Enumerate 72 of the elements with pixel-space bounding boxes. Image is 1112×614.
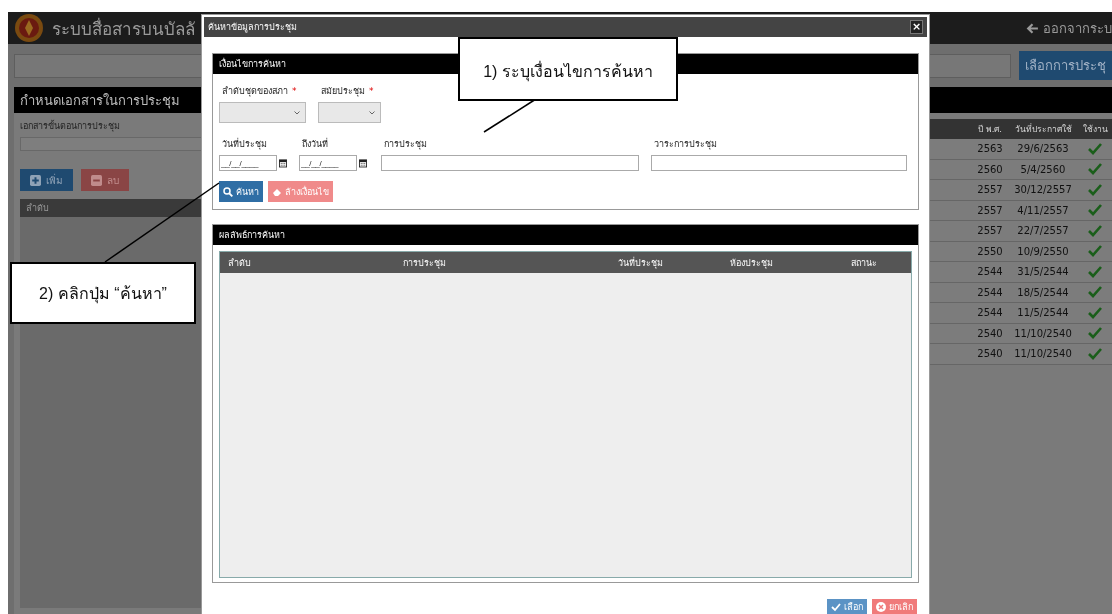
table-cell-text: 22/7/2557 [1016,225,1070,237]
field-label: ลำดับชุดของสภา * [221,85,298,98]
caret-icon [294,110,300,115]
text-field[interactable] [381,155,639,171]
table-cell-text: 2560 [976,163,1004,175]
table-cell-text: 2544 [976,286,1004,298]
table-cell-text: 29/6/2563 [1016,143,1070,155]
table-cell-text: 2544 [976,266,1004,278]
section-title: ผลลัพธ์การค้นหา [219,229,285,242]
arrow-left-icon [1026,21,1039,35]
table-cell-text: 2557 [976,204,1004,216]
table-cell-text: 5/4/2560 [1019,163,1067,175]
callout-box: 2) คลิกปุ่ม “ค้นหา” [10,262,196,324]
calendar-icon[interactable] [359,158,367,168]
dropdown[interactable] [318,102,381,123]
add-button[interactable]: เพิ่ม [20,169,73,191]
table-cell-text: 2557 [976,184,1004,196]
table-cell-text: 10/9/2550 [1016,245,1070,257]
plus-icon [30,174,41,186]
table-cell-text: 2563 [976,143,1004,155]
column-header: การประชุม [403,256,447,270]
column-header: ใช้งาน [1081,123,1109,136]
dropdown[interactable] [219,102,306,123]
app-title: ระบบสื่อสารบนบัลลั [52,16,196,41]
table-cell-text: 18/5/2544 [1016,286,1070,298]
minus-icon [91,174,102,186]
field-label: ถึงวันที่ [301,137,329,151]
date-field[interactable]: __/__/____ [299,155,357,171]
table-cell-text: 2540 [976,327,1004,339]
table-cell-text: 11/10/2540 [1013,348,1073,360]
section-title: เงื่อนไขการค้นหา [219,57,286,71]
eraser-icon [272,186,282,197]
column-header: ลำดับ [26,202,49,215]
search-icon [223,186,233,197]
emblem-icon [14,13,44,43]
column-header: ห้องประชุม [730,256,774,270]
column-header: ลำดับ [227,256,252,270]
clear-button[interactable]: ล้างเงื่อนไข [268,181,333,202]
table-cell-text: 2557 [976,225,1004,237]
callout-box: 1) ระบุเงื่อนไขการค้นหา [458,37,678,101]
panel-title: กำหนดเอกสารในการประชุม [20,91,180,111]
column-header: วันที่ประชุม [618,256,664,270]
logout-link[interactable]: ออกจากระบ [1026,17,1112,39]
select-button[interactable]: เลือก [827,599,867,614]
column-header: วันที่ประกาศใช้ [1013,122,1073,136]
table-cell-text: 2550 [976,245,1004,257]
field-label: วาระการประชุม [653,138,718,151]
cancel-button[interactable]: ยกเลิก [872,599,917,614]
search-button[interactable]: ค้นหา [219,181,263,202]
remove-button[interactable]: ลบ [81,169,129,191]
column-header: สถานะ [851,256,878,270]
field-label: วันที่ประชุม [221,137,268,151]
table-cell-text: 4/11/2557 [1016,204,1070,216]
close-button[interactable]: × [910,20,923,34]
table-cell-text: 30/12/2557 [1013,184,1073,196]
column-header: ปี พ.ศ. [976,123,1004,136]
field-label: การประชุม [383,138,428,151]
table-cell-text: 11/5/2544 [1016,307,1070,319]
table-cell-text: 2540 [976,348,1004,360]
caret-icon [369,110,375,115]
field-label: เอกสารขั้นตอนการประชุม [20,119,121,133]
calendar-icon[interactable] [279,158,287,168]
text-field[interactable] [651,155,907,171]
close-icon [876,602,886,612]
table-cell-text: 2544 [976,307,1004,319]
table-cell-text: 11/10/2540 [1013,327,1073,339]
select-meeting-button[interactable]: เลือกการประชุ [1019,51,1112,80]
check-icon [831,602,841,612]
table-cell-text: 31/5/2544 [1016,266,1070,278]
dialog-title: ค้นหาข้อมูลการประชุม [208,21,297,34]
field-label: สมัยประชุม * [320,85,375,98]
date-field[interactable]: __/__/____ [219,155,277,171]
